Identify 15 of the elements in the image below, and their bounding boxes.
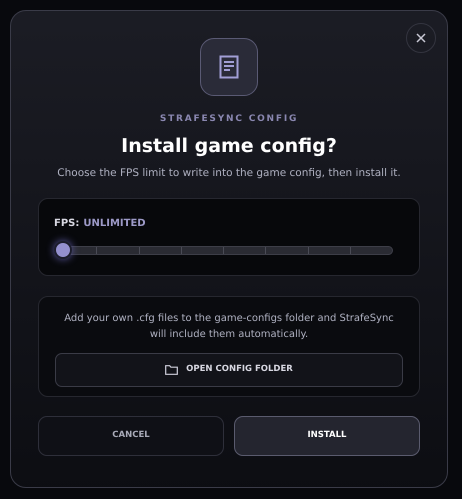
install-button[interactable]: INSTALL [234, 416, 420, 456]
fps-label: FPS: [54, 216, 80, 231]
open-folder-button[interactable]: OPEN CONFIG FOLDER [55, 352, 403, 387]
dialog-description: Choose the FPS limit to write into the game config, then install it. [57, 166, 401, 181]
dialog-title: Install game config? [121, 134, 337, 158]
fps-value: UNLIMITED [83, 216, 146, 231]
cancel-button[interactable]: CANCEL [38, 416, 224, 456]
fps-slider[interactable] [54, 240, 393, 259]
folder-note: Add your own .cfg files to the game-configs folder and StrafeSync will include them automatically. [63, 312, 395, 342]
folder-icon [165, 364, 178, 375]
document-icon [219, 55, 239, 79]
eyebrow-label: STRAFESYNC CONFIG [160, 113, 298, 126]
close-button[interactable] [406, 23, 436, 53]
slider-thumb[interactable] [54, 240, 72, 259]
close-icon [416, 33, 426, 43]
